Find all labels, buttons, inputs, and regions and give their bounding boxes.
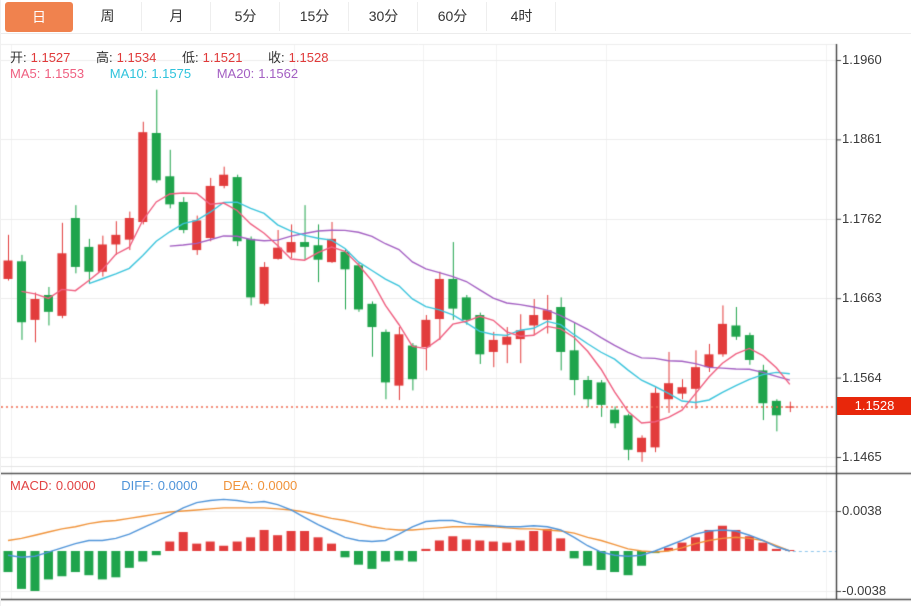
open-label: 开: bbox=[10, 50, 27, 65]
ohlc-readout: 开: 1.1527 高: 1.1534 低: 1.1521 收: 1.1528 bbox=[10, 47, 332, 66]
tab-60分[interactable]: 60分 bbox=[419, 2, 487, 31]
macd-value: 0.0000 bbox=[56, 478, 96, 493]
candlestick-chart-canvas[interactable] bbox=[1, 0, 911, 606]
diff-value: 0.0000 bbox=[158, 478, 198, 493]
period-tabbar: 日周月5分15分30分60分4时 bbox=[1, 0, 911, 34]
open-value: 1.1527 bbox=[31, 50, 71, 65]
tab-4时[interactable]: 4时 bbox=[488, 2, 556, 31]
tab-5分[interactable]: 5分 bbox=[212, 2, 280, 31]
tab-30分[interactable]: 30分 bbox=[350, 2, 418, 31]
trading-chart-app: 日周月5分15分30分60分4时 开:1.1527 高:1.1534 低:1.1… bbox=[0, 0, 911, 606]
diff-label: DIFF: bbox=[121, 478, 154, 493]
ma5-label: MA5: bbox=[10, 66, 40, 81]
dea-value: 0.0000 bbox=[258, 478, 298, 493]
tab-周[interactable]: 周 bbox=[74, 2, 142, 31]
close-value: 1.1528 bbox=[289, 50, 329, 65]
high-value: 1.1534 bbox=[117, 50, 157, 65]
ma10-label: MA10: bbox=[110, 66, 148, 81]
ma5-value: 1.1553 bbox=[44, 66, 84, 81]
ma20-value: 1.1562 bbox=[258, 66, 298, 81]
ma-readout: MA5: 1.1553 MA10:1.1575 MA20:1.1562 bbox=[10, 66, 302, 81]
ma10-value: 1.1575 bbox=[151, 66, 191, 81]
low-value: 1.1521 bbox=[203, 50, 243, 65]
close-label: 收: bbox=[268, 50, 285, 65]
tab-15分[interactable]: 15分 bbox=[281, 2, 349, 31]
low-label: 低: bbox=[182, 50, 199, 65]
tab-日[interactable]: 日 bbox=[5, 2, 73, 32]
high-label: 高: bbox=[96, 50, 113, 65]
macd-label: MACD: bbox=[10, 478, 52, 493]
macd-readout: MACD: 0.0000 DIFF: 0.0000 DEA: 0.0000 bbox=[10, 478, 301, 493]
tab-月[interactable]: 月 bbox=[143, 2, 211, 31]
dea-label: DEA: bbox=[223, 478, 253, 493]
ma20-label: MA20: bbox=[217, 66, 255, 81]
